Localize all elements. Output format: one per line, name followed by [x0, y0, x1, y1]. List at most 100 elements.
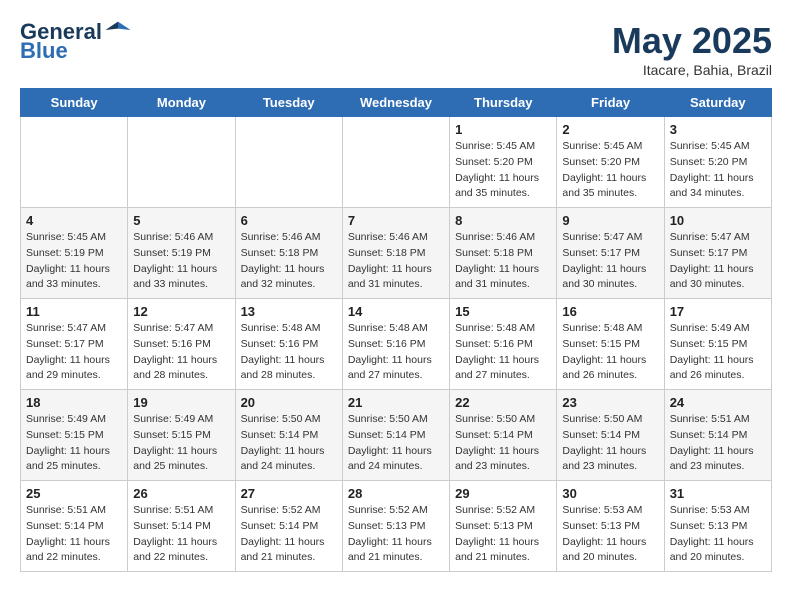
day-info: Sunrise: 5:47 AM Sunset: 5:16 PM Dayligh…	[133, 321, 229, 384]
calendar-cell: 11 Sunrise: 5:47 AM Sunset: 5:17 PM Dayli…	[21, 299, 128, 390]
day-number: 6	[241, 213, 337, 228]
day-header-wednesday: Wednesday	[342, 89, 449, 117]
logo-bird-icon	[104, 16, 132, 44]
day-number: 30	[562, 486, 658, 501]
day-header-thursday: Thursday	[450, 89, 557, 117]
day-info: Sunrise: 5:50 AM Sunset: 5:14 PM Dayligh…	[348, 412, 444, 475]
calendar-cell: 18Sunrise: 5:49 AM Sunset: 5:15 PM Dayli…	[21, 390, 128, 481]
calendar-week-1: 1 Sunrise: 5:45 AM Sunset: 5:20 PM Daylig…	[21, 117, 772, 208]
day-info: Sunrise: 5:48 AM Sunset: 5:16 PM Dayligh…	[241, 321, 337, 384]
calendar-cell: 31 Sunrise: 5:53 AM Sunset: 5:13 PM Dayli…	[664, 481, 771, 572]
day-info: Sunrise: 5:46 AM Sunset: 5:18 PM Dayligh…	[455, 230, 551, 293]
day-number: 13	[241, 304, 337, 319]
day-info: Sunrise: 5:48 AM Sunset: 5:16 PM Dayligh…	[455, 321, 551, 384]
day-info: Sunrise: 5:52 AM Sunset: 5:13 PM Dayligh…	[455, 503, 551, 566]
calendar-header: SundayMondayTuesdayWednesdayThursdayFrid…	[21, 89, 772, 117]
calendar-cell: 23 Sunrise: 5:50 AM Sunset: 5:14 PM Dayli…	[557, 390, 664, 481]
day-number: 31	[670, 486, 766, 501]
day-info: Sunrise: 5:45 AM Sunset: 5:20 PM Dayligh…	[670, 139, 766, 202]
calendar-body: 1 Sunrise: 5:45 AM Sunset: 5:20 PM Daylig…	[21, 117, 772, 572]
calendar-week-4: 18Sunrise: 5:49 AM Sunset: 5:15 PM Dayli…	[21, 390, 772, 481]
calendar-cell: 16Sunrise: 5:48 AM Sunset: 5:15 PM Dayli…	[557, 299, 664, 390]
day-number: 29	[455, 486, 551, 501]
day-number: 2	[562, 122, 658, 137]
calendar-cell: 25 Sunrise: 5:51 AM Sunset: 5:14 PM Dayli…	[21, 481, 128, 572]
day-number: 23	[562, 395, 658, 410]
calendar-cell: 15 Sunrise: 5:48 AM Sunset: 5:16 PM Dayli…	[450, 299, 557, 390]
day-info: Sunrise: 5:52 AM Sunset: 5:14 PM Dayligh…	[241, 503, 337, 566]
day-header-sunday: Sunday	[21, 89, 128, 117]
calendar-cell: 30 Sunrise: 5:53 AM Sunset: 5:13 PM Dayli…	[557, 481, 664, 572]
calendar-table: SundayMondayTuesdayWednesdayThursdayFrid…	[20, 88, 772, 572]
day-number: 21	[348, 395, 444, 410]
day-number: 14	[348, 304, 444, 319]
calendar-cell: 14Sunrise: 5:48 AM Sunset: 5:16 PM Dayli…	[342, 299, 449, 390]
day-number: 26	[133, 486, 229, 501]
day-info: Sunrise: 5:45 AM Sunset: 5:20 PM Dayligh…	[455, 139, 551, 202]
day-number: 17	[670, 304, 766, 319]
day-number: 20	[241, 395, 337, 410]
day-info: Sunrise: 5:51 AM Sunset: 5:14 PM Dayligh…	[133, 503, 229, 566]
calendar-cell: 20Sunrise: 5:50 AM Sunset: 5:14 PM Dayli…	[235, 390, 342, 481]
calendar-cell: 1 Sunrise: 5:45 AM Sunset: 5:20 PM Daylig…	[450, 117, 557, 208]
day-info: Sunrise: 5:53 AM Sunset: 5:13 PM Dayligh…	[562, 503, 658, 566]
calendar-cell: 10 Sunrise: 5:47 AM Sunset: 5:17 PM Dayli…	[664, 208, 771, 299]
calendar-cell: 26 Sunrise: 5:51 AM Sunset: 5:14 PM Dayli…	[128, 481, 235, 572]
calendar-cell: 9 Sunrise: 5:47 AM Sunset: 5:17 PM Daylig…	[557, 208, 664, 299]
day-number: 16	[562, 304, 658, 319]
day-number: 24	[670, 395, 766, 410]
calendar-cell: 12 Sunrise: 5:47 AM Sunset: 5:16 PM Dayli…	[128, 299, 235, 390]
calendar-cell: 29 Sunrise: 5:52 AM Sunset: 5:13 PM Dayli…	[450, 481, 557, 572]
day-number: 15	[455, 304, 551, 319]
day-header-saturday: Saturday	[664, 89, 771, 117]
day-info: Sunrise: 5:47 AM Sunset: 5:17 PM Dayligh…	[562, 230, 658, 293]
calendar-cell	[128, 117, 235, 208]
day-info: Sunrise: 5:50 AM Sunset: 5:14 PM Dayligh…	[562, 412, 658, 475]
location-subtitle: Itacare, Bahia, Brazil	[612, 62, 772, 78]
day-header-friday: Friday	[557, 89, 664, 117]
calendar-cell: 5 Sunrise: 5:46 AM Sunset: 5:19 PM Daylig…	[128, 208, 235, 299]
day-number: 9	[562, 213, 658, 228]
logo: General Blue	[20, 20, 132, 62]
calendar-week-3: 11 Sunrise: 5:47 AM Sunset: 5:17 PM Dayli…	[21, 299, 772, 390]
calendar-cell: 21 Sunrise: 5:50 AM Sunset: 5:14 PM Dayli…	[342, 390, 449, 481]
calendar-cell	[235, 117, 342, 208]
calendar-cell: 27 Sunrise: 5:52 AM Sunset: 5:14 PM Dayli…	[235, 481, 342, 572]
calendar-cell: 22Sunrise: 5:50 AM Sunset: 5:14 PM Dayli…	[450, 390, 557, 481]
day-number: 22	[455, 395, 551, 410]
day-number: 25	[26, 486, 122, 501]
calendar-week-2: 4 Sunrise: 5:45 AM Sunset: 5:19 PM Daylig…	[21, 208, 772, 299]
day-number: 27	[241, 486, 337, 501]
calendar-cell: 6 Sunrise: 5:46 AM Sunset: 5:18 PM Daylig…	[235, 208, 342, 299]
day-number: 1	[455, 122, 551, 137]
calendar-cell: 13 Sunrise: 5:48 AM Sunset: 5:16 PM Dayli…	[235, 299, 342, 390]
day-number: 12	[133, 304, 229, 319]
calendar-cell: 8 Sunrise: 5:46 AM Sunset: 5:18 PM Daylig…	[450, 208, 557, 299]
day-info: Sunrise: 5:47 AM Sunset: 5:17 PM Dayligh…	[670, 230, 766, 293]
day-info: Sunrise: 5:53 AM Sunset: 5:13 PM Dayligh…	[670, 503, 766, 566]
calendar-week-5: 25 Sunrise: 5:51 AM Sunset: 5:14 PM Dayli…	[21, 481, 772, 572]
day-info: Sunrise: 5:45 AM Sunset: 5:19 PM Dayligh…	[26, 230, 122, 293]
day-info: Sunrise: 5:46 AM Sunset: 5:19 PM Dayligh…	[133, 230, 229, 293]
day-info: Sunrise: 5:46 AM Sunset: 5:18 PM Dayligh…	[241, 230, 337, 293]
calendar-cell	[342, 117, 449, 208]
day-info: Sunrise: 5:51 AM Sunset: 5:14 PM Dayligh…	[26, 503, 122, 566]
month-title: May 2025	[612, 20, 772, 62]
day-number: 28	[348, 486, 444, 501]
calendar-cell: 4 Sunrise: 5:45 AM Sunset: 5:19 PM Daylig…	[21, 208, 128, 299]
day-number: 7	[348, 213, 444, 228]
day-info: Sunrise: 5:47 AM Sunset: 5:17 PM Dayligh…	[26, 321, 122, 384]
day-header-monday: Monday	[128, 89, 235, 117]
day-number: 10	[670, 213, 766, 228]
day-number: 5	[133, 213, 229, 228]
day-headers-row: SundayMondayTuesdayWednesdayThursdayFrid…	[21, 89, 772, 117]
day-info: Sunrise: 5:45 AM Sunset: 5:20 PM Dayligh…	[562, 139, 658, 202]
day-number: 11	[26, 304, 122, 319]
day-number: 4	[26, 213, 122, 228]
day-info: Sunrise: 5:49 AM Sunset: 5:15 PM Dayligh…	[26, 412, 122, 475]
calendar-cell: 3Sunrise: 5:45 AM Sunset: 5:20 PM Daylig…	[664, 117, 771, 208]
day-number: 19	[133, 395, 229, 410]
day-header-tuesday: Tuesday	[235, 89, 342, 117]
calendar-cell: 7Sunrise: 5:46 AM Sunset: 5:18 PM Daylig…	[342, 208, 449, 299]
day-number: 8	[455, 213, 551, 228]
